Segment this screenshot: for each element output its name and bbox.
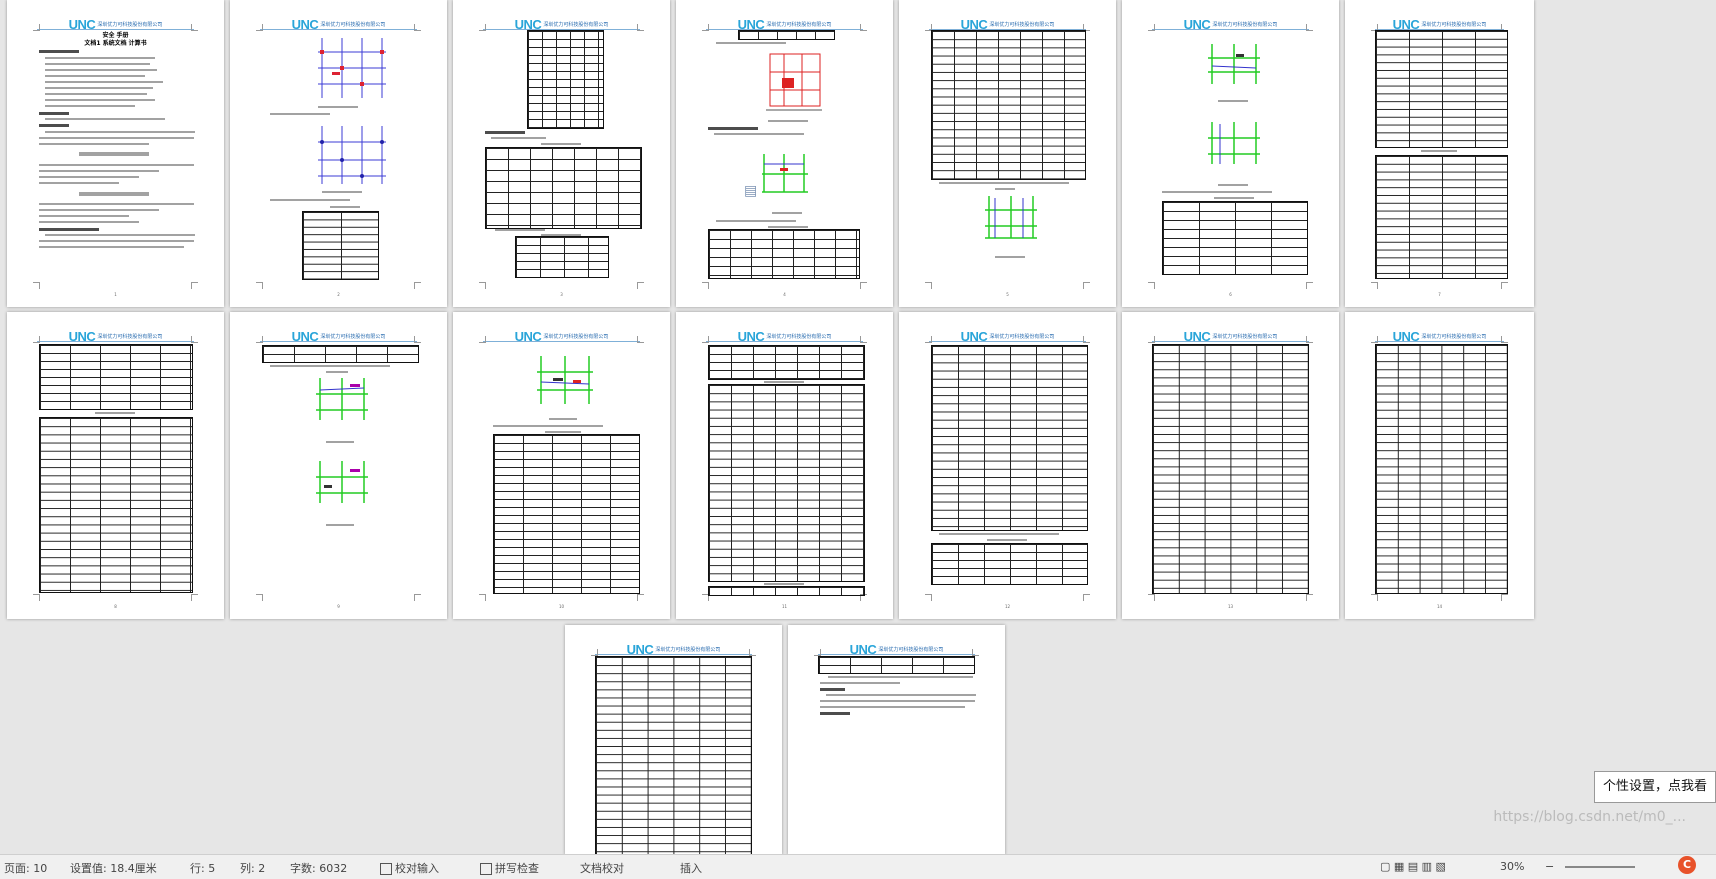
company-name: 深圳优力可科技股份有限公司: [1212, 334, 1278, 340]
structure-figure: [318, 38, 386, 98]
status-spellcheck[interactable]: 拼写检查: [480, 860, 539, 876]
company-name: 深圳优力可科技股份有限公司: [97, 334, 163, 340]
document-canvas[interactable]: UNC 深圳优力可科技股份有限公司 安全 手册 文档1 系统文档 计算书 1 U…: [0, 0, 1716, 855]
data-table: [931, 543, 1088, 585]
structure-figure: [537, 356, 593, 404]
page-9: UNC 深圳优力可科技股份有限公司 9: [230, 312, 447, 619]
page-3: UNC 深圳优力可科技股份有限公司 3: [453, 0, 670, 307]
company-name: 深圳优力可科技股份有限公司: [766, 22, 832, 28]
page-8: UNC 深圳优力可科技股份有限公司 8: [7, 312, 224, 619]
data-table: [931, 345, 1088, 531]
data-table: [1375, 30, 1508, 148]
data-table: [1375, 155, 1508, 279]
page-13: UNC 深圳优力可科技股份有限公司 13: [1122, 312, 1339, 619]
status-doc-proof[interactable]: 文档校对: [580, 860, 624, 876]
company-name: 深圳优力可科技股份有限公司: [655, 647, 721, 653]
page-15: UNC 深圳优力可科技股份有限公司: [565, 625, 782, 855]
page-12: UNC 深圳优力可科技股份有限公司 12: [899, 312, 1116, 619]
page-5: UNC 深圳优力可科技股份有限公司 5: [899, 0, 1116, 307]
watermark: https://blog.csdn.net/m0_...: [1493, 809, 1686, 825]
status-bar: 页面: 10 设置值: 18.4厘米 行: 5 列: 2 字数: 6032 校对…: [0, 854, 1716, 879]
data-table: [708, 345, 865, 380]
zoom-out-icon[interactable]: −: [1545, 860, 1554, 873]
page-7: UNC 深圳优力可科技股份有限公司 7: [1345, 0, 1534, 307]
page-2: UNC 深圳优力可科技股份有限公司 2: [230, 0, 447, 307]
structure-figure: [762, 154, 808, 193]
data-table: [1152, 344, 1309, 594]
data-table: [1162, 201, 1308, 275]
company-name: 深圳优力可科技股份有限公司: [320, 22, 386, 28]
structure-figure: [1208, 44, 1260, 84]
data-table: [595, 656, 752, 855]
document-title: 安全 手册 文档1 系统文档 计算书: [7, 32, 224, 48]
tooltip[interactable]: 个性设置，点我看: [1593, 771, 1716, 803]
data-table: [708, 384, 865, 582]
page-10: UNC 深圳优力可科技股份有限公司 10: [453, 312, 670, 619]
company-name: 深圳优力可科技股份有限公司: [989, 334, 1055, 340]
data-table: [931, 30, 1086, 180]
data-table: [485, 147, 642, 229]
company-name: 深圳优力可科技股份有限公司: [543, 22, 609, 28]
structure-figure: [316, 378, 368, 420]
company-name: 深圳优力可科技股份有限公司: [766, 334, 832, 340]
company-name: 深圳优力可科技股份有限公司: [989, 22, 1055, 28]
status-setting[interactable]: 设置值: 18.4厘米: [70, 860, 157, 876]
status-row: 行: 5: [190, 862, 216, 875]
status-wordcount[interactable]: 字数: 6032: [290, 860, 347, 876]
page-16: UNC 深圳优力可科技股份有限公司: [788, 625, 1005, 855]
title-line-1: 安全 手册: [102, 32, 129, 39]
csdn-logo-icon[interactable]: C: [1678, 856, 1696, 874]
data-table: [1375, 344, 1508, 594]
spellcheck-icon: [480, 863, 492, 875]
status-proof-input[interactable]: 校对输入: [380, 860, 439, 876]
data-table: [39, 417, 193, 593]
page-11: UNC 深圳优力可科技股份有限公司 11: [676, 312, 893, 619]
data-table: [527, 30, 604, 129]
company-name: 深圳优力可科技股份有限公司: [320, 334, 386, 340]
view-icons[interactable]: ▢ ▦ ▤ ▥ ▧: [1380, 860, 1446, 873]
data-table: [708, 586, 865, 596]
data-table: [39, 344, 193, 410]
structure-figure: [1208, 122, 1260, 164]
status-page[interactable]: 页面: 10: [4, 860, 47, 876]
title-line-2: 文档1 系统文档 计算书: [84, 40, 147, 47]
data-table: [708, 229, 860, 279]
zoom-level[interactable]: 30%: [1500, 860, 1524, 873]
data-table: [818, 656, 975, 674]
data-table: [493, 434, 640, 594]
company-name: 深圳优力可科技股份有限公司: [1421, 334, 1487, 340]
document-icon[interactable]: ▤: [744, 183, 757, 199]
page-4: UNC 深圳优力可科技股份有限公司 4: [676, 0, 893, 307]
data-table: [515, 236, 609, 278]
page-6: UNC 深圳优力可科技股份有限公司 6: [1122, 0, 1339, 307]
page-1: UNC 深圳优力可科技股份有限公司 安全 手册 文档1 系统文档 计算书 1: [7, 0, 224, 307]
company-name: 深圳优力可科技股份有限公司: [878, 647, 944, 653]
structure-figure: [766, 53, 822, 111]
check-icon: [380, 863, 392, 875]
company-name: 深圳优力可科技股份有限公司: [543, 334, 609, 340]
structure-figure: [985, 196, 1037, 239]
structure-figure: [316, 461, 368, 503]
structure-figure: [318, 126, 386, 184]
data-table: [302, 211, 379, 280]
company-name: 深圳优力可科技股份有限公司: [97, 22, 163, 28]
company-name: 深圳优力可科技股份有限公司: [1421, 22, 1487, 28]
status-insert[interactable]: 插入: [680, 860, 702, 876]
status-col: 列: 2: [240, 862, 266, 875]
page-14: UNC 深圳优力可科技股份有限公司 14: [1345, 312, 1534, 619]
zoom-slider[interactable]: [1565, 866, 1635, 868]
data-table: [738, 30, 835, 40]
data-table: [262, 345, 419, 363]
company-name: 深圳优力可科技股份有限公司: [1212, 22, 1278, 28]
